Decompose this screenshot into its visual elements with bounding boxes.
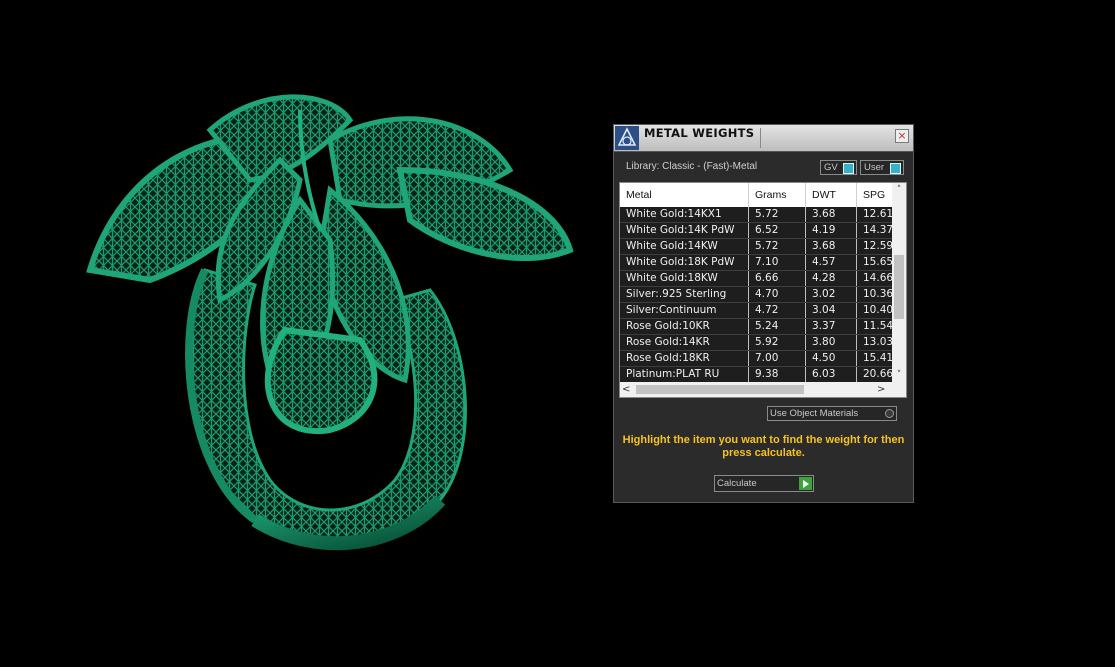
metal-cell: White Gold:18KW [620,271,749,286]
dwt-cell: 3.02 [806,287,857,302]
dwt-cell: 4.50 [806,351,857,366]
spg-cell: 10.36 [863,288,892,300]
vertical-scrollbar[interactable]: ˄ ˅ [892,183,906,382]
dwt-cell: 3.68 [806,207,857,222]
metal-cell: Rose Gold:18KR [620,351,749,366]
metal-cell: Rose Gold:10KR [620,319,749,334]
scroll-right-icon[interactable]: > [877,382,889,397]
radio-indicator-icon [885,409,894,418]
dwt-cell: 3.04 [806,303,857,318]
table-row[interactable]: White Gold:14K PdW 6.52 4.19 14.37 [620,223,892,239]
metal-cell: Platinum:PLAT RU [620,367,749,382]
close-button[interactable]: × [895,129,909,143]
3d-viewport[interactable] [0,0,600,663]
table-header: Metal Grams DWT SPG [620,183,892,207]
spg-cell: 14.66 [863,272,892,284]
grams-cell: 4.72 [749,303,806,318]
horizontal-scrollbar[interactable]: < > [620,382,906,397]
spg-cell: 10.40 [863,304,892,316]
column-header-spg[interactable]: SPG [857,183,892,207]
user-toggle-label: User [864,162,885,173]
app-logo-icon [615,126,639,150]
grams-cell: 5.24 [749,319,806,334]
table-row[interactable]: Silver:.925 Sterling 4.70 3.02 10.36 [620,287,892,303]
grams-cell: 7.00 [749,351,806,366]
dwt-cell: 3.68 [806,239,857,254]
metal-cell: White Gold:18K PdW [620,255,749,270]
metal-cell: White Gold:14K PdW [620,223,749,238]
table-row[interactable]: White Gold:14KX1 5.72 3.68 12.61 [620,207,892,223]
grams-cell: 6.66 [749,271,806,286]
grams-cell: 9.38 [749,367,806,382]
dwt-cell: 4.19 [806,223,857,238]
dialog-titlebar[interactable]: METAL WEIGHTS × [614,125,913,152]
spg-cell: 13.03 [863,336,892,348]
grams-cell: 5.72 [749,207,806,222]
metal-cell: Silver:Continuum [620,303,749,318]
use-object-materials-toggle[interactable]: Use Object Materials [767,406,897,421]
table-row[interactable]: Rose Gold:10KR 5.24 3.37 11.54 [620,319,892,335]
library-label: Library: Classic - (Fast)-Metal [626,161,758,172]
metal-cell: White Gold:14KX1 [620,207,749,222]
spg-cell: 15.41 [863,352,892,364]
grams-cell: 5.72 [749,239,806,254]
spg-cell: 12.59 [863,240,892,252]
dialog-title: METAL WEIGHTS [644,126,755,140]
grams-cell: 4.70 [749,287,806,302]
calculate-label: Calculate [717,478,757,489]
table-row[interactable]: Rose Gold:14KR 5.92 3.80 13.03 [620,335,892,351]
scroll-left-icon[interactable]: < [622,382,634,397]
calculate-button[interactable]: Calculate [714,475,814,492]
horizontal-scroll-thumb[interactable] [636,385,804,394]
metal-weights-table: Metal Grams DWT SPG White Gold:14KX1 5.72… [619,182,907,398]
metal-cell: Silver:.925 Sterling [620,287,749,302]
gv-toggle-label: GV [824,162,838,173]
title-divider [760,128,761,148]
dwt-cell: 6.03 [806,367,857,382]
user-toggle-indicator-icon [890,163,901,174]
spg-cell: 20.66 [863,368,892,380]
column-header-metal[interactable]: Metal [620,183,749,207]
dwt-cell: 3.80 [806,335,857,350]
table-row[interactable]: White Gold:14KW 5.72 3.68 12.59 [620,239,892,255]
grams-cell: 7.10 [749,255,806,270]
gv-toggle-indicator-icon [843,163,854,174]
spg-cell: 11.54 [863,320,892,332]
grams-cell: 5.92 [749,335,806,350]
metal-cell: White Gold:14KW [620,239,749,254]
table-row[interactable]: Platinum:PLAT RU 9.38 6.03 20.66 [620,367,892,383]
column-header-grams[interactable]: Grams [749,183,806,207]
spg-cell: 14.37 [863,224,892,236]
instruction-text: Highlight the item you want to find the … [622,434,905,459]
spg-cell: 15.65 [863,256,892,268]
column-header-dwt[interactable]: DWT [806,183,857,207]
scroll-down-icon[interactable]: ˅ [892,368,906,382]
metal-weights-dialog: METAL WEIGHTS × Library: Classic - (Fast… [613,124,914,503]
user-toggle[interactable]: User [860,160,904,175]
grams-cell: 6.52 [749,223,806,238]
scroll-up-icon[interactable]: ˄ [892,183,906,197]
spg-cell: 12.61 [863,208,892,220]
dwt-cell: 4.57 [806,255,857,270]
table-row[interactable]: Silver:Continuum 4.72 3.04 10.40 [620,303,892,319]
table-row[interactable]: White Gold:18KW 6.66 4.28 14.66 [620,271,892,287]
dwt-cell: 4.28 [806,271,857,286]
dwt-cell: 3.37 [806,319,857,334]
gv-toggle[interactable]: GV [820,160,857,175]
ring-model [86,94,574,551]
vertical-scroll-thumb[interactable] [894,255,904,319]
table-row[interactable]: White Gold:18K PdW 7.10 4.57 15.65 [620,255,892,271]
table-row[interactable]: Rose Gold:18KR 7.00 4.50 15.41 [620,351,892,367]
use-object-materials-label: Use Object Materials [770,408,859,419]
metal-cell: Rose Gold:14KR [620,335,749,350]
play-icon [799,477,812,490]
